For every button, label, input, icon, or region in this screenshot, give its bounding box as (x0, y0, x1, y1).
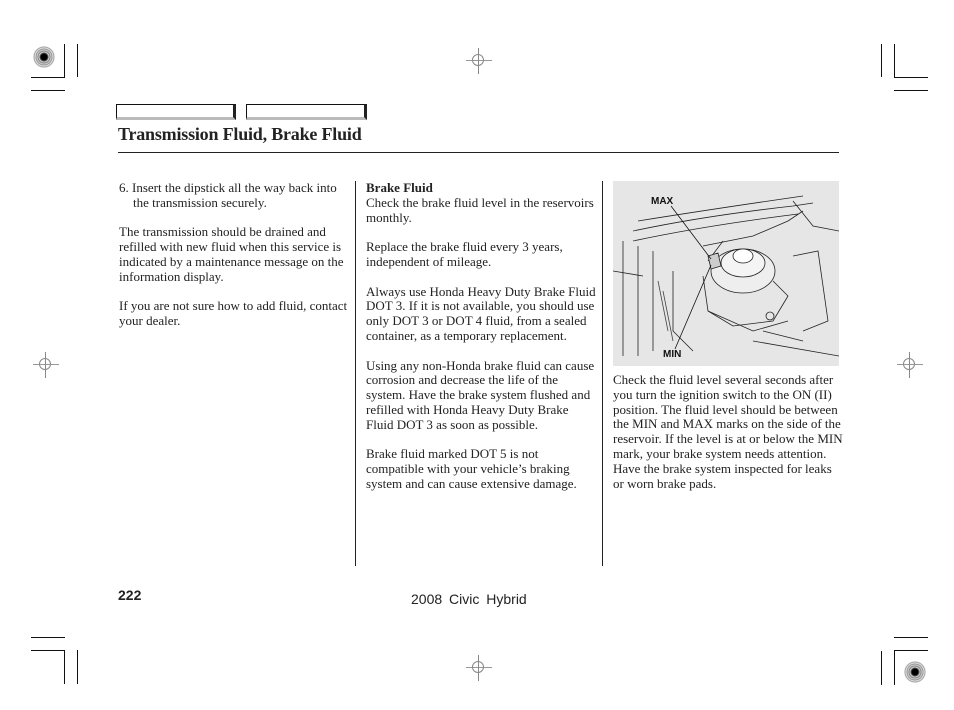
contact-dealer-text: If you are not sure how to add fluid, co… (119, 298, 348, 329)
crosshair-icon (897, 352, 923, 378)
crop-mark (894, 650, 928, 651)
crop-mark (31, 637, 65, 638)
crop-mark (894, 90, 928, 91)
brake-replace-text: Replace the brake fluid every 3 years, i… (366, 239, 563, 269)
max-label: MAX (651, 196, 674, 207)
page-number: 222 (118, 587, 142, 603)
brake-reservoir-figure: MAX MIN (613, 181, 839, 366)
dot5-warning-text: Brake fluid marked DOT 5 is not compatib… (366, 446, 577, 491)
step-6-text: 6. Insert the dipstick all the way back … (119, 180, 337, 210)
column-divider (355, 181, 356, 566)
crop-mark (31, 77, 65, 78)
registration-mark-icon (904, 661, 926, 683)
crop-mark (31, 650, 65, 651)
page-title: Transmission Fluid, Brake Fluid (118, 124, 362, 144)
crosshair-icon (466, 655, 492, 681)
fluid-level-check-text: Check the fluid level several seconds af… (613, 372, 843, 491)
non-honda-warning-text: Using any non-Honda brake fluid can caus… (366, 357, 595, 432)
crosshair-icon (33, 352, 59, 378)
footer-model: 2008 Civic Hybrid (411, 591, 527, 607)
crop-mark (64, 650, 65, 684)
brake-fluid-heading: Brake Fluid (366, 180, 433, 195)
crop-mark (894, 44, 895, 77)
section-tab-box (246, 104, 367, 120)
crop-mark (894, 637, 928, 638)
crop-mark (881, 44, 882, 77)
crop-mark (894, 77, 928, 78)
title-rule (118, 152, 839, 153)
brake-reservoir-illustration (613, 195, 839, 357)
middle-column: Brake Fluid Check the brake fluid level … (366, 180, 598, 507)
brake-check-text: Check the brake fluid level in the reser… (366, 194, 594, 225)
section-tab-box (116, 104, 236, 120)
left-column: 6. Insert the dipstick all the way back … (119, 180, 351, 344)
brake-fluid-type-text: Always use Honda Heavy Duty Brake Fluid … (366, 283, 596, 343)
crop-mark (894, 651, 895, 685)
crop-mark (64, 44, 65, 77)
crop-mark (77, 650, 78, 684)
crop-mark (31, 90, 65, 91)
crop-mark (77, 44, 78, 77)
registration-mark-icon (33, 46, 55, 68)
right-column: Check the fluid level several seconds af… (613, 372, 845, 506)
transmission-service-text: The transmission should be drained and r… (119, 224, 344, 284)
column-divider (602, 181, 603, 566)
crosshair-icon (466, 48, 492, 74)
min-label: MIN (663, 349, 682, 360)
crop-mark (881, 651, 882, 685)
